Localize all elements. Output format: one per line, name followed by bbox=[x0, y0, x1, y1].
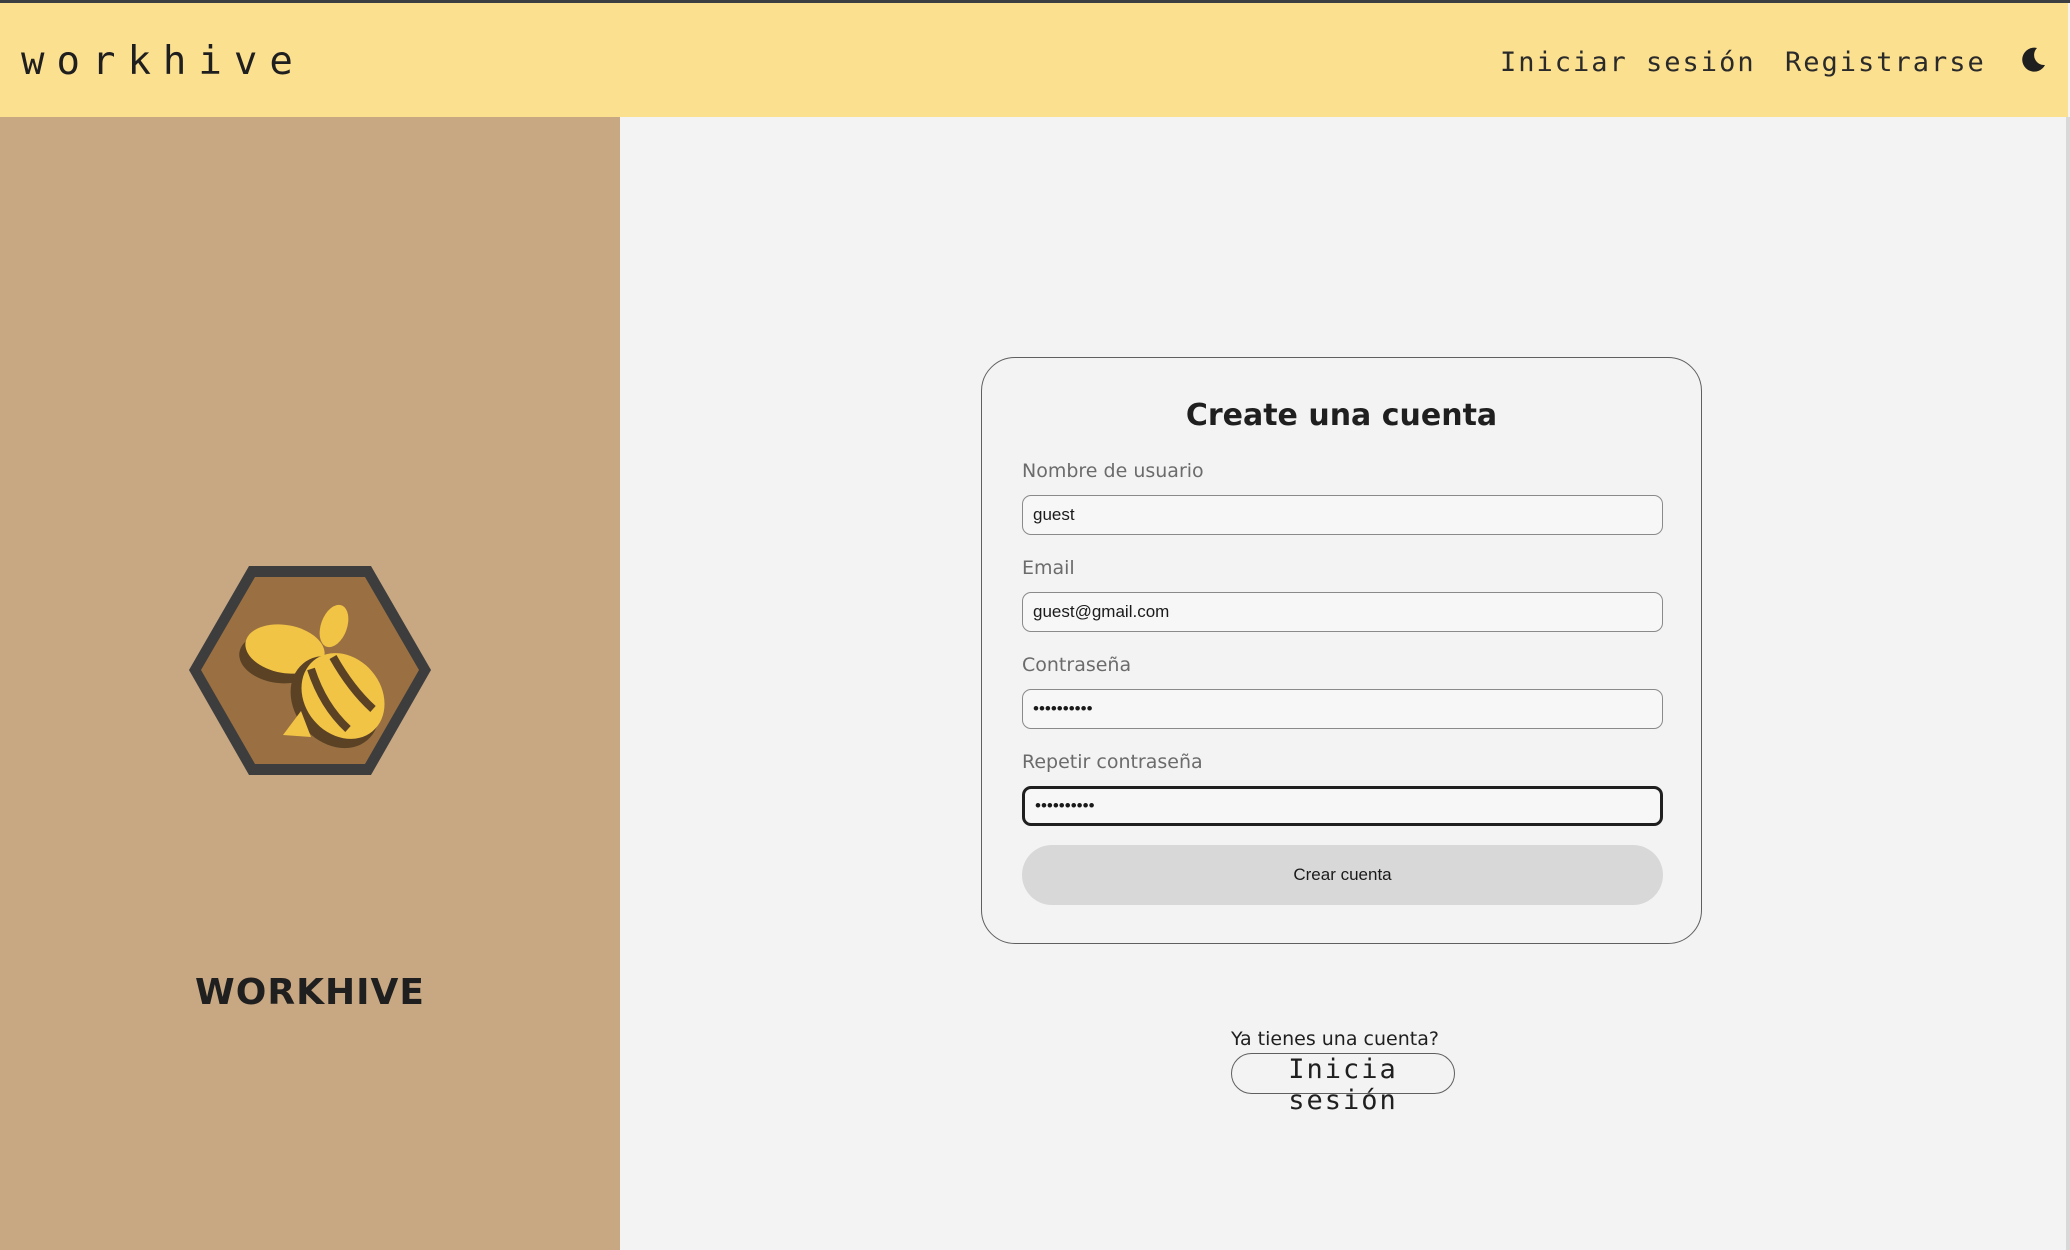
nav-login-link[interactable]: Iniciar sesión bbox=[1500, 47, 1756, 78]
scrollbar[interactable] bbox=[2066, 117, 2070, 1250]
password-repeat-field[interactable] bbox=[1022, 786, 1663, 826]
app-header: workhive Iniciar sesión Registrarse bbox=[0, 3, 2068, 117]
username-field[interactable] bbox=[1022, 495, 1663, 535]
login-link-button[interactable]: Inicia sesión bbox=[1231, 1053, 1455, 1116]
email-field[interactable] bbox=[1022, 592, 1663, 632]
password-repeat-label: Repetir contraseña bbox=[1022, 751, 1203, 773]
sidebar-brand-title: WORKHIVE bbox=[195, 972, 425, 1013]
account-prompt-text: Ya tienes una cuenta? bbox=[1231, 1028, 1439, 1050]
email-label: Email bbox=[1022, 557, 1075, 579]
nav-register-link[interactable]: Registrarse bbox=[1785, 47, 1986, 78]
moon-icon[interactable] bbox=[2018, 45, 2048, 75]
password-label: Contraseña bbox=[1022, 654, 1132, 676]
form-title: Create una cuenta bbox=[1185, 398, 1498, 433]
brand-wordmark[interactable]: workhive bbox=[21, 39, 305, 84]
username-label: Nombre de usuario bbox=[1022, 460, 1204, 482]
register-form-card: Create una cuenta Nombre de usuario Emai… bbox=[981, 357, 1702, 944]
create-account-button[interactable]: Crear cuenta bbox=[1022, 845, 1663, 905]
password-field[interactable] bbox=[1022, 689, 1663, 729]
bee-hexagon-logo bbox=[189, 566, 431, 775]
brand-sidebar: WORKHIVE bbox=[0, 117, 620, 1250]
